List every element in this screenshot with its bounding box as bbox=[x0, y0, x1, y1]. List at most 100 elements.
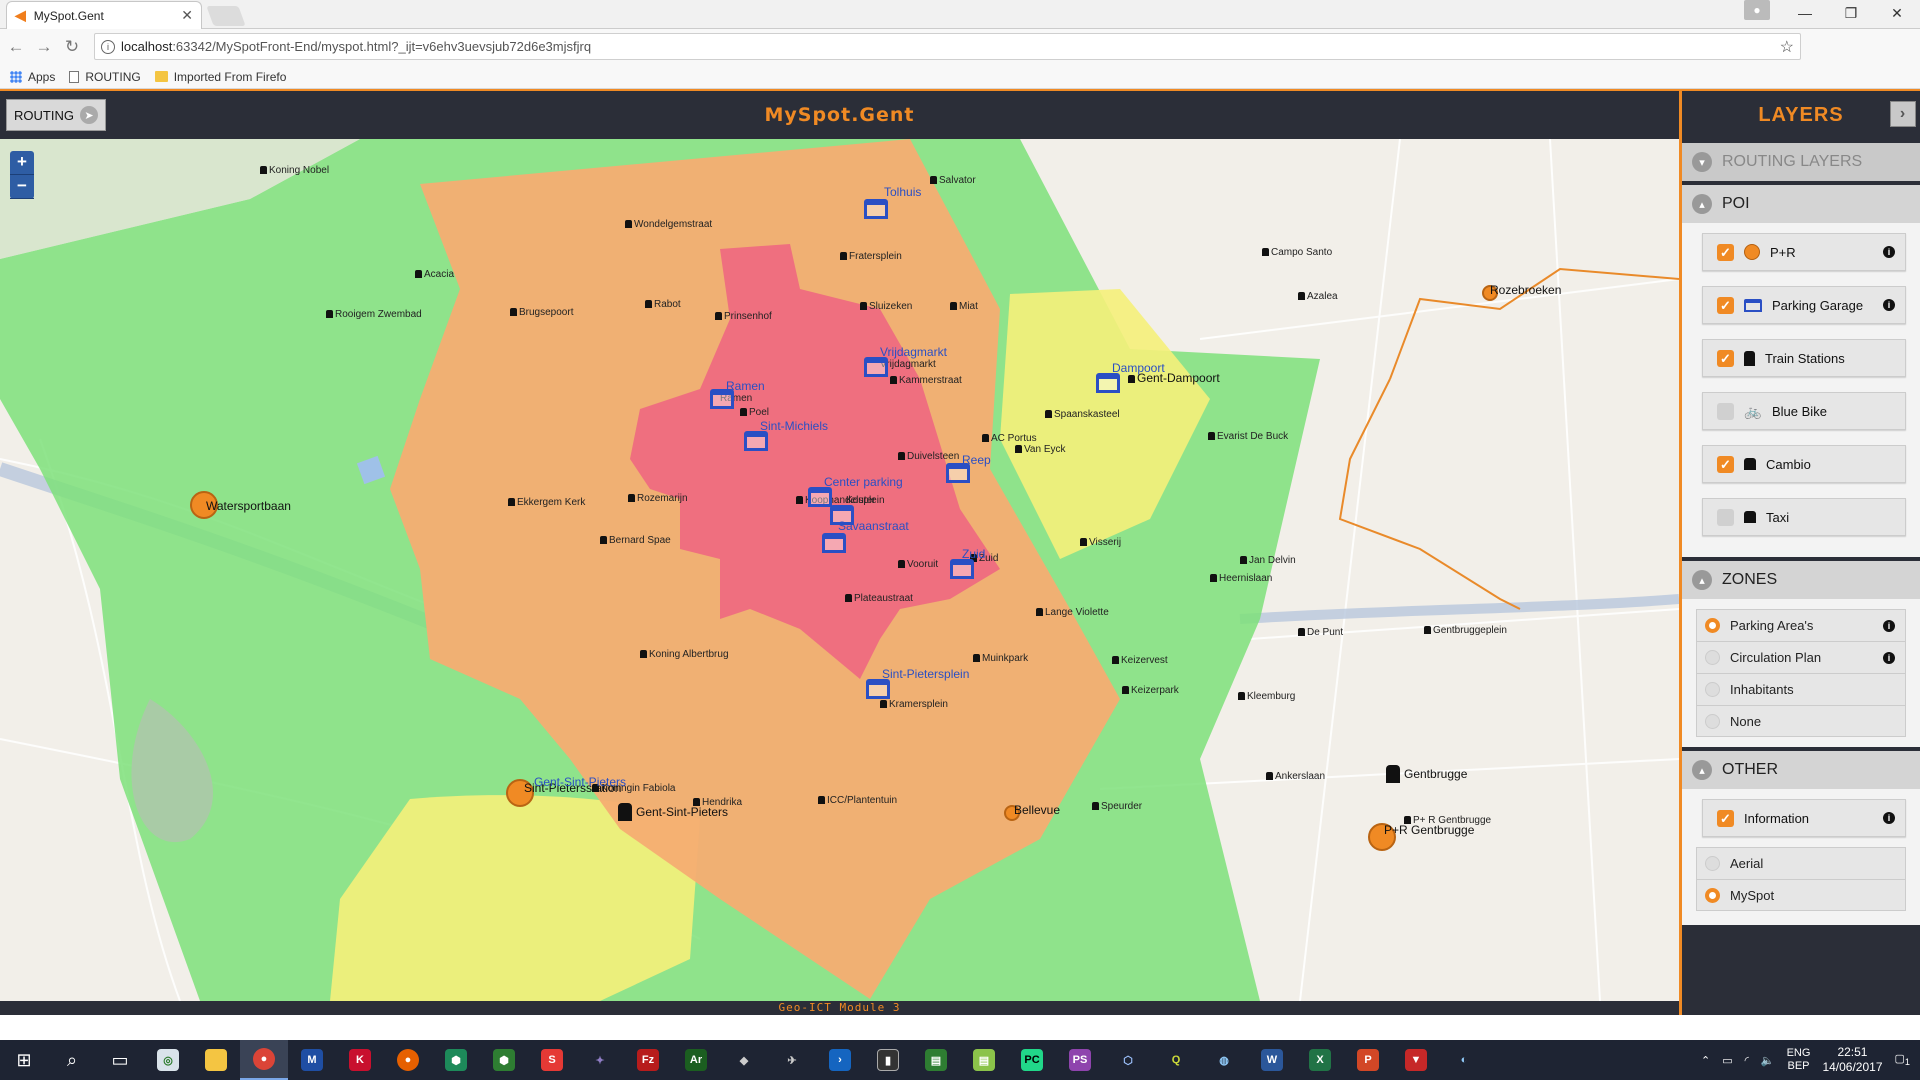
search-icon[interactable]: ⌕ bbox=[48, 1040, 96, 1080]
zone-option-circulation-plan[interactable]: Circulation Plan i bbox=[1696, 641, 1906, 673]
zones-header[interactable]: ▴ ZONES bbox=[1682, 557, 1920, 599]
language-indicator[interactable]: ENG BEP bbox=[1787, 1047, 1811, 1073]
app-icon[interactable]: ⬢ bbox=[480, 1040, 528, 1080]
pycharm-icon[interactable]: PC bbox=[1008, 1040, 1056, 1080]
routing-layers-header[interactable]: ▾ ROUTING LAYERS bbox=[1682, 139, 1920, 181]
checkbox-checked[interactable]: ✓ bbox=[1717, 455, 1734, 473]
excel-icon[interactable]: X bbox=[1296, 1040, 1344, 1080]
app-icon[interactable]: M bbox=[288, 1040, 336, 1080]
zone-option-inhabitants[interactable]: Inhabitants bbox=[1696, 673, 1906, 705]
parking-garage-icon[interactable] bbox=[808, 487, 832, 507]
app-icon[interactable]: ◐ bbox=[1440, 1040, 1488, 1080]
virtualbox-icon[interactable]: ⬡ bbox=[1104, 1040, 1152, 1080]
app-icon[interactable]: ⬢ bbox=[432, 1040, 480, 1080]
app-icon[interactable]: › bbox=[816, 1040, 864, 1080]
file-explorer-icon[interactable] bbox=[192, 1040, 240, 1080]
poi-toggle-cambio[interactable]: ✓ Cambio bbox=[1702, 445, 1906, 483]
radio-selected[interactable] bbox=[1705, 618, 1720, 633]
firefox-icon[interactable]: ● bbox=[384, 1040, 432, 1080]
info-icon[interactable]: i bbox=[1883, 651, 1895, 664]
word-icon[interactable]: W bbox=[1248, 1040, 1296, 1080]
checkbox-checked[interactable]: ✓ bbox=[1717, 296, 1734, 314]
chevron-up-icon[interactable]: ⌃ bbox=[1701, 1054, 1710, 1067]
collapse-panel-button[interactable]: › bbox=[1890, 101, 1916, 127]
task-view-icon[interactable]: ▭ bbox=[96, 1040, 144, 1080]
parking-garage-icon[interactable] bbox=[864, 199, 888, 219]
info-icon[interactable]: i bbox=[1883, 619, 1895, 632]
radio-unselected[interactable] bbox=[1705, 713, 1720, 729]
radio-selected[interactable] bbox=[1705, 887, 1720, 903]
wifi-icon[interactable]: ◜ bbox=[1745, 1054, 1749, 1067]
reload-icon[interactable]: ↻ bbox=[60, 37, 84, 57]
poi-toggle-pr[interactable]: ✓ P+R i bbox=[1702, 233, 1906, 271]
base-option-myspot[interactable]: MySpot bbox=[1696, 879, 1906, 911]
parking-garage-icon[interactable] bbox=[864, 357, 888, 377]
battery-icon[interactable]: ▭ bbox=[1722, 1054, 1732, 1067]
poi-toggle-taxi[interactable]: Taxi bbox=[1702, 498, 1906, 536]
app-icon[interactable]: ◎ bbox=[144, 1040, 192, 1080]
restore-icon[interactable]: ❐ bbox=[1828, 0, 1874, 26]
bookmark-imported[interactable]: Imported From Firefo bbox=[154, 70, 286, 84]
chrome-icon[interactable]: ● bbox=[240, 1040, 288, 1080]
app-icon[interactable]: Q bbox=[1152, 1040, 1200, 1080]
checkbox-checked[interactable]: ✓ bbox=[1717, 809, 1734, 827]
radio-unselected[interactable] bbox=[1705, 856, 1720, 871]
parking-garage-icon[interactable] bbox=[744, 431, 768, 451]
user-profile-icon[interactable]: ● bbox=[1744, 0, 1770, 20]
minimize-icon[interactable]: — bbox=[1782, 0, 1828, 26]
bookmark-routing[interactable]: ROUTING bbox=[69, 70, 141, 84]
zoom-in-button[interactable]: + bbox=[10, 151, 34, 175]
base-option-aerial[interactable]: Aerial bbox=[1696, 847, 1906, 879]
browser-tab[interactable]: ◀ MySpot.Gent ✕ bbox=[6, 1, 202, 29]
map-view[interactable]: + − Koning Nobel Salvator Wondelgemstraa… bbox=[0, 139, 1679, 1001]
filezilla-icon[interactable]: Fz bbox=[624, 1040, 672, 1080]
volume-icon[interactable]: 🔈 bbox=[1761, 1054, 1775, 1067]
checkbox-unchecked[interactable] bbox=[1717, 402, 1734, 420]
other-header[interactable]: ▴ OTHER bbox=[1682, 747, 1920, 789]
info-icon[interactable]: i bbox=[1883, 812, 1895, 824]
other-toggle-information[interactable]: ✓ Information i bbox=[1702, 799, 1906, 837]
zone-option-none[interactable]: None bbox=[1696, 705, 1906, 737]
close-window-icon[interactable]: ✕ bbox=[1874, 0, 1920, 26]
info-icon[interactable]: i bbox=[1883, 299, 1895, 311]
parking-garage-icon[interactable] bbox=[1096, 373, 1120, 393]
bookmark-apps[interactable]: Apps bbox=[10, 70, 55, 84]
zone-option-parking-areas[interactable]: Parking Area's i bbox=[1696, 609, 1906, 641]
app-icon[interactable]: ▤ bbox=[912, 1040, 960, 1080]
app-icon[interactable]: ◍ bbox=[1200, 1040, 1248, 1080]
url-bar[interactable]: i localhost:63342/MySpotFront-End/myspot… bbox=[94, 33, 1801, 60]
app-icon[interactable]: ✈ bbox=[768, 1040, 816, 1080]
train-station-icon[interactable] bbox=[1386, 765, 1400, 783]
notifications-icon[interactable]: ▢1 bbox=[1895, 1052, 1911, 1067]
radio-unselected[interactable] bbox=[1705, 650, 1720, 665]
windows-start-icon[interactable]: ⊞ bbox=[0, 1040, 48, 1080]
poi-header[interactable]: ▴ POI bbox=[1682, 181, 1920, 223]
back-icon[interactable]: ← bbox=[4, 37, 28, 57]
checkbox-checked[interactable]: ✓ bbox=[1717, 349, 1734, 367]
radio-unselected[interactable] bbox=[1705, 682, 1720, 697]
parking-garage-icon[interactable] bbox=[866, 679, 890, 699]
site-info-icon[interactable]: i bbox=[101, 39, 115, 54]
app-icon[interactable]: K bbox=[336, 1040, 384, 1080]
clock[interactable]: 22:51 14/06/2017 bbox=[1822, 1045, 1882, 1075]
app-icon[interactable]: ▼ bbox=[1392, 1040, 1440, 1080]
terminal-icon[interactable]: ▮ bbox=[864, 1040, 912, 1080]
powerpoint-icon[interactable]: P bbox=[1344, 1040, 1392, 1080]
forward-icon[interactable]: → bbox=[32, 37, 56, 57]
close-tab-icon[interactable]: ✕ bbox=[181, 7, 193, 24]
bookmark-star-icon[interactable]: ☆ bbox=[1780, 37, 1794, 57]
app-icon[interactable]: ◆ bbox=[720, 1040, 768, 1080]
poi-toggle-train-stations[interactable]: ✓ Train Stations bbox=[1702, 339, 1906, 377]
zoom-out-button[interactable]: − bbox=[10, 175, 34, 199]
app-icon[interactable]: S bbox=[528, 1040, 576, 1080]
app-icon[interactable]: Ar bbox=[672, 1040, 720, 1080]
poi-toggle-blue-bike[interactable]: 🚲 Blue Bike bbox=[1702, 392, 1906, 430]
parking-garage-icon[interactable] bbox=[822, 533, 846, 553]
parking-garage-icon[interactable] bbox=[950, 559, 974, 579]
poi-toggle-parking-garage[interactable]: ✓ Parking Garage i bbox=[1702, 286, 1906, 324]
phpstorm-icon[interactable]: PS bbox=[1056, 1040, 1104, 1080]
train-station-icon[interactable] bbox=[618, 803, 632, 821]
new-tab-button[interactable] bbox=[206, 6, 246, 26]
info-icon[interactable]: i bbox=[1883, 246, 1895, 258]
checkbox-checked[interactable]: ✓ bbox=[1717, 243, 1734, 261]
